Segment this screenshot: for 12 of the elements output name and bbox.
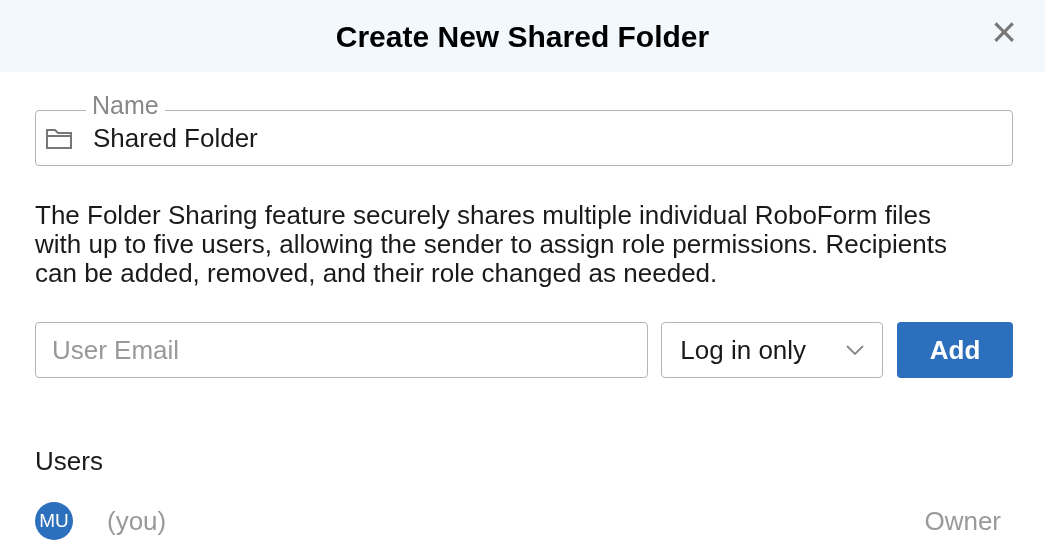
email-field[interactable]: User Email	[35, 322, 649, 378]
add-button[interactable]: Add	[897, 322, 1013, 378]
description-text: The Folder Sharing feature securely shares multiple individual RoboForm files with up to five users, allowing the sender to assign role permissions. Recipients can be added, removed, and their role changed as needed.	[35, 201, 948, 288]
dialog-title: Create New Shared Folder	[335, 18, 710, 55]
user-avatar: MU	[35, 502, 73, 540]
role-dropdown[interactable]: Log in only	[661, 322, 884, 378]
section-heading: Users	[35, 446, 103, 476]
user-name: (you)	[107, 504, 167, 538]
user-role: Owner	[924, 504, 1001, 538]
chevron-down-icon	[846, 345, 865, 355]
folder-icon	[45, 126, 73, 150]
close-button[interactable]: ×	[991, 10, 1017, 54]
